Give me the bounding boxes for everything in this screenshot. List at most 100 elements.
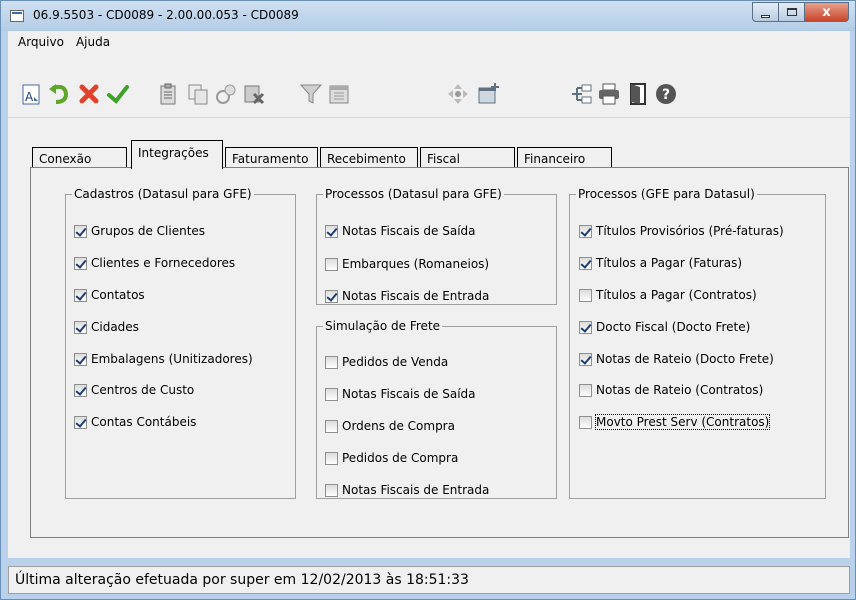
checkbox-label: Notas Fiscais de Saída: [342, 387, 476, 401]
checkbox-box[interactable]: [579, 256, 592, 270]
checkbox-label: Títulos a Pagar (Faturas): [596, 256, 743, 270]
checkbox-embalagens[interactable]: Embalagens (Unitizadores): [74, 352, 253, 366]
checkbox-contas-contabeis[interactable]: Contas Contábeis: [74, 415, 196, 429]
toolbar: A ?: [8, 52, 850, 118]
window-title: 06.9.5503 - CD0089 - 2.00.00.053 - CD008…: [33, 8, 299, 22]
checkbox-contatos[interactable]: Contatos: [74, 288, 145, 302]
app-window: 06.9.5503 - CD0089 - 2.00.00.053 - CD008…: [0, 0, 856, 600]
checkbox-nf-entrada[interactable]: Notas Fiscais de Entrada: [325, 289, 489, 303]
checkbox-box[interactable]: [579, 288, 592, 302]
checkbox-box[interactable]: [74, 320, 87, 334]
checkbox-clientes-fornecedores[interactable]: Clientes e Fornecedores: [74, 256, 235, 270]
checkbox-label: Notas de Rateio (Contratos): [596, 383, 764, 397]
checkbox-movto-prest-serv[interactable]: Movto Prest Serv (Contratos): [579, 414, 771, 430]
checkbox-box[interactable]: [325, 483, 338, 497]
checkbox-label: Grupos de Clientes: [91, 224, 206, 238]
tab-fiscal[interactable]: Fiscal: [420, 147, 515, 168]
checkbox-box[interactable]: [325, 419, 338, 433]
checkbox-box[interactable]: [579, 224, 592, 238]
calendar-icon[interactable]: [326, 81, 352, 107]
checkbox-box[interactable]: [325, 224, 338, 238]
checkbox-ordens-compra[interactable]: Ordens de Compra: [325, 419, 455, 433]
checkbox-titulos-pagar-faturas[interactable]: Títulos a Pagar (Faturas): [579, 256, 742, 270]
close-icon: x: [822, 4, 831, 20]
checkbox-rateio-contratos[interactable]: Notas de Rateio (Contratos): [579, 383, 763, 397]
exit-icon[interactable]: [625, 81, 651, 107]
checkbox-box[interactable]: [74, 383, 87, 397]
checkbox-box[interactable]: [325, 387, 338, 401]
checkbox-grupos-clientes[interactable]: Grupos de Clientes: [74, 224, 205, 238]
field-text-icon[interactable]: A: [18, 81, 44, 107]
tab-financeiro[interactable]: Financeiro: [517, 147, 612, 168]
tab-recebimento[interactable]: Recebimento: [320, 147, 418, 168]
tab-container: Conexão Integrações Faturamento Recebime…: [8, 118, 850, 558]
tab-faturamento[interactable]: Faturamento: [225, 147, 318, 168]
checkbox-label: Contas Contábeis: [91, 415, 197, 429]
checkbox-box[interactable]: [579, 320, 592, 334]
checkbox-box[interactable]: [74, 352, 87, 366]
tab-integracoes[interactable]: Integrações: [131, 140, 223, 169]
checkbox-box[interactable]: [74, 224, 87, 238]
clipboard-icon[interactable]: [155, 81, 181, 107]
tab-content-integracoes: Cadastros (Datasul para GFE) Grupos de C…: [30, 167, 849, 538]
help-icon[interactable]: ?: [653, 81, 679, 107]
checkbox-nf-saida[interactable]: Notas Fiscais de Saída: [325, 224, 476, 238]
confirm-icon[interactable]: [105, 81, 131, 107]
tree-icon[interactable]: [568, 81, 594, 107]
checkbox-label: Notas de Rateio (Docto Frete): [596, 352, 774, 366]
checkbox-sim-nf-entrada[interactable]: Notas Fiscais de Entrada: [325, 483, 489, 497]
minimize-button[interactable]: [752, 2, 779, 22]
checkbox-cidades[interactable]: Cidades: [74, 320, 139, 334]
checkbox-centros-custo[interactable]: Centros de Custo: [74, 383, 194, 397]
svg-text:A: A: [25, 90, 34, 104]
checkbox-label: Notas Fiscais de Entrada: [342, 483, 490, 497]
checkbox-box[interactable]: [579, 383, 592, 397]
checkbox-titulos-pagar-contratos[interactable]: Títulos a Pagar (Contratos): [579, 288, 757, 302]
checkbox-label: Ordens de Compra: [342, 419, 455, 433]
checkbox-label: Docto Fiscal (Docto Frete): [596, 320, 751, 334]
checkbox-rateio-docto-frete[interactable]: Notas de Rateio (Docto Frete): [579, 352, 774, 366]
print-icon[interactable]: [596, 81, 622, 107]
status-bar: Última alteração efetuada por super em 1…: [8, 566, 850, 594]
checkbox-docto-fiscal[interactable]: Docto Fiscal (Docto Frete): [579, 320, 750, 334]
tab-conexao[interactable]: Conexão: [32, 147, 127, 168]
svg-text:?: ?: [662, 87, 670, 103]
cancel-icon[interactable]: [76, 81, 102, 107]
checkbox-box[interactable]: [325, 355, 338, 369]
checkbox-box[interactable]: [74, 415, 87, 429]
delete-record-icon[interactable]: [241, 81, 267, 107]
navigate-icon[interactable]: [445, 81, 471, 107]
group-processos-datasul: Processos (Datasul para GFE): [316, 187, 557, 305]
checkbox-box[interactable]: [325, 257, 338, 271]
copy-icon[interactable]: [185, 81, 211, 107]
checkbox-pedidos-venda[interactable]: Pedidos de Venda: [325, 355, 448, 369]
checkbox-embarques[interactable]: Embarques (Romaneios): [325, 257, 489, 271]
checkbox-label: Contatos: [91, 288, 145, 302]
checkbox-label: Clientes e Fornecedores: [91, 256, 236, 270]
attach-icon[interactable]: [213, 81, 239, 107]
window-icon[interactable]: [10, 10, 24, 22]
checkbox-label: Títulos a Pagar (Contratos): [596, 288, 757, 302]
checkbox-box[interactable]: [74, 256, 87, 270]
maximize-icon: [786, 8, 797, 16]
checkbox-box[interactable]: [579, 415, 592, 429]
checkbox-label: Títulos Provisórios (Pré-faturas): [596, 224, 784, 238]
checkbox-box[interactable]: [74, 288, 87, 302]
checkbox-titulos-provisorios[interactable]: Títulos Provisórios (Pré-faturas): [579, 224, 784, 238]
checkbox-sim-nf-saida[interactable]: Notas Fiscais de Saída: [325, 387, 476, 401]
new-window-icon[interactable]: [475, 81, 501, 107]
checkbox-pedidos-compra[interactable]: Pedidos de Compra: [325, 451, 458, 465]
menu-ajuda[interactable]: Ajuda: [70, 35, 116, 49]
checkbox-box[interactable]: [579, 352, 592, 366]
checkbox-label: Pedidos de Venda: [342, 355, 449, 369]
close-button[interactable]: x: [805, 2, 849, 22]
filter-icon[interactable]: [298, 81, 324, 107]
menu-arquivo[interactable]: Arquivo: [12, 35, 70, 49]
checkbox-label: Pedidos de Compra: [342, 451, 459, 465]
undo-icon[interactable]: [46, 81, 72, 107]
maximize-button[interactable]: [779, 2, 805, 22]
title-bar[interactable]: 06.9.5503 - CD0089 - 2.00.00.053 - CD008…: [1, 1, 855, 31]
checkbox-box[interactable]: [325, 289, 338, 303]
checkbox-label: Movto Prest Serv (Contratos): [594, 414, 771, 430]
checkbox-box[interactable]: [325, 451, 338, 465]
